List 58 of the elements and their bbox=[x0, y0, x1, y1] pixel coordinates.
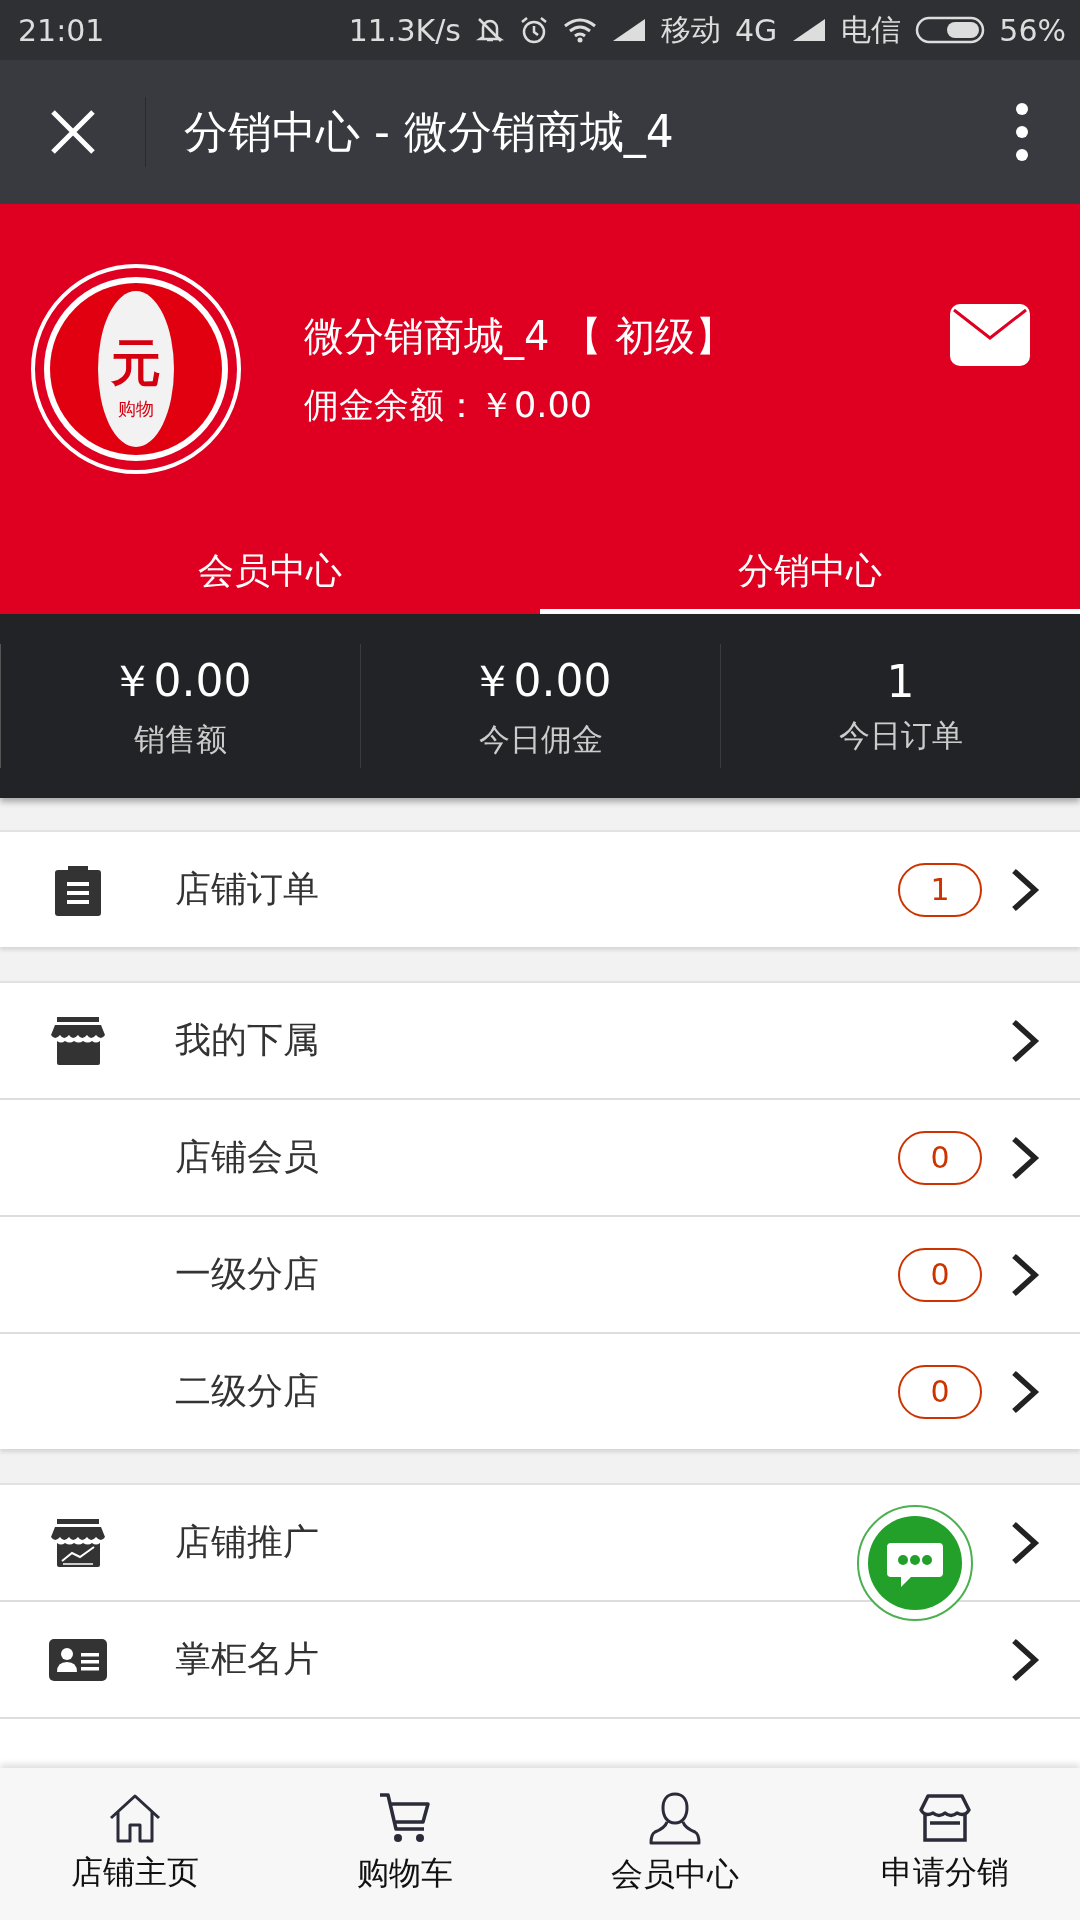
stat-value: 1 bbox=[886, 655, 915, 707]
menu-row[interactable]: 一级分店 0 bbox=[0, 1215, 1080, 1332]
cart-icon bbox=[378, 1792, 432, 1844]
home-icon bbox=[108, 1793, 162, 1843]
page-title: 分销中心 - 微分销商城_4 bbox=[184, 104, 675, 160]
menu-label: 二级分店 bbox=[175, 1369, 320, 1413]
shop-icon bbox=[918, 1793, 972, 1843]
chevron-icon bbox=[1010, 867, 1040, 912]
person-icon bbox=[649, 1791, 701, 1845]
chevron-icon bbox=[1010, 1135, 1040, 1180]
carrier-name: 电信 bbox=[841, 10, 902, 49]
menu-row[interactable]: 店铺推广 bbox=[0, 1485, 1080, 1600]
nav-item[interactable]: 购物车 bbox=[270, 1768, 540, 1920]
count-badge: 0 bbox=[898, 1247, 982, 1302]
count-badge: 1 bbox=[898, 862, 982, 917]
id-card-icon bbox=[48, 1638, 107, 1681]
chevron-icon bbox=[1010, 1520, 1040, 1565]
menu-label: 店铺订单 bbox=[175, 867, 320, 911]
nav-item[interactable]: 申请分销 bbox=[810, 1768, 1080, 1920]
store-icon bbox=[50, 1016, 105, 1065]
count-badge: 0 bbox=[898, 1130, 982, 1185]
more-icon bbox=[1015, 102, 1029, 162]
menu-label: 一级分店 bbox=[175, 1252, 320, 1296]
stat-label: 销售额 bbox=[134, 719, 227, 759]
menu-row[interactable]: 店铺订单 1 bbox=[0, 832, 1080, 947]
shop-name: 微分销商城_4 【 初级】 bbox=[304, 312, 736, 362]
stat-label: 今日佣金 bbox=[478, 719, 603, 759]
shop-logo: 元 购物 bbox=[30, 263, 242, 475]
carrier-name: 移动 bbox=[660, 10, 721, 49]
menu-label: 我的下属 bbox=[175, 1018, 320, 1062]
menu-row[interactable]: 我的下属 bbox=[0, 983, 1080, 1098]
tab[interactable]: 会员中心 bbox=[0, 534, 540, 614]
clock-time: 21:01 bbox=[18, 12, 105, 48]
menu-label: 店铺会员 bbox=[175, 1135, 320, 1179]
nav-item[interactable]: 会员中心 bbox=[540, 1768, 810, 1920]
menu-row[interactable]: 二级分店 0 bbox=[0, 1332, 1080, 1449]
mail-icon[interactable] bbox=[950, 304, 1030, 366]
network-type: 4G bbox=[734, 12, 778, 48]
chevron-icon bbox=[1010, 1637, 1040, 1682]
chevron-icon bbox=[1010, 1369, 1040, 1414]
clipboard-icon bbox=[52, 863, 103, 916]
network-speed: 11.3K/s bbox=[348, 12, 461, 48]
nav-item[interactable]: 店铺主页 bbox=[0, 1768, 270, 1920]
wifi-icon bbox=[562, 17, 597, 43]
battery-percent: 56% bbox=[999, 12, 1066, 48]
menu-label: 店铺推广 bbox=[175, 1520, 320, 1564]
signal-icon bbox=[791, 17, 828, 43]
stat-value: ￥0.00 bbox=[469, 653, 612, 708]
battery-icon bbox=[915, 15, 986, 45]
chevron-icon bbox=[1010, 1252, 1040, 1297]
menu-row[interactable]: 店铺会员 0 bbox=[0, 1098, 1080, 1215]
count-badge: 0 bbox=[898, 1364, 982, 1419]
stat-label: 今日订单 bbox=[838, 715, 963, 755]
menu-label: 掌柜名片 bbox=[175, 1637, 320, 1681]
chevron-icon bbox=[1010, 1018, 1040, 1063]
stat-value: ￥0.00 bbox=[109, 653, 252, 708]
store-chart-icon bbox=[50, 1518, 105, 1567]
commission-balance: 佣金余额：￥0.00 bbox=[304, 384, 593, 427]
